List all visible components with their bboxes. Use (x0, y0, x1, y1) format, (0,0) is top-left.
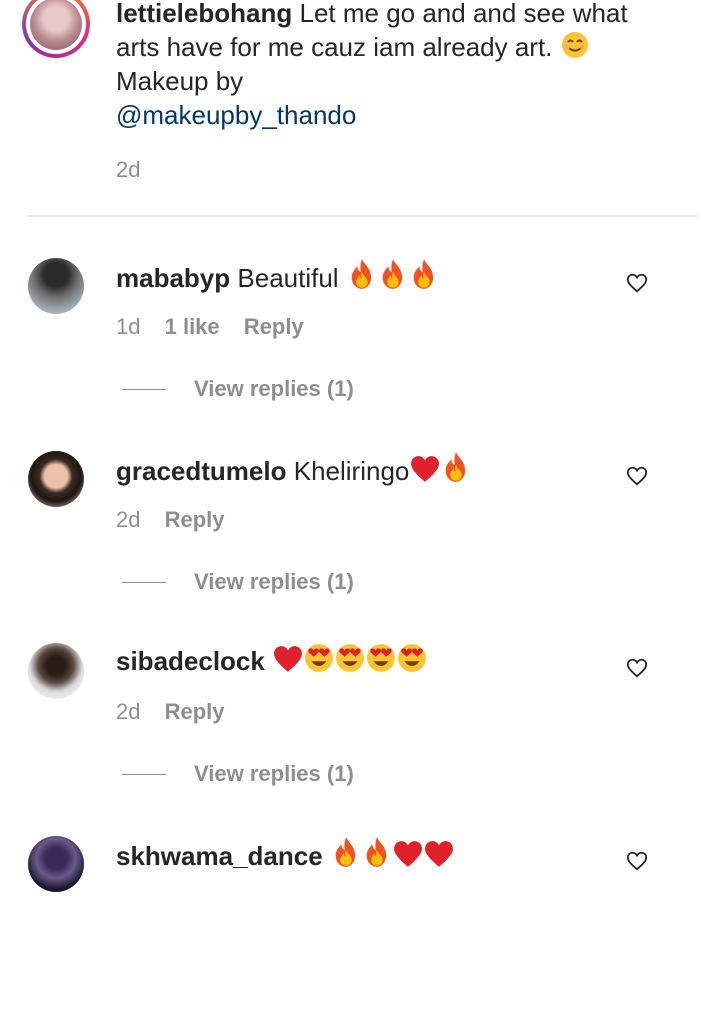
like-heart-icon[interactable] (626, 272, 648, 294)
reply-button[interactable]: Reply (165, 699, 225, 724)
view-replies-button[interactable]: View replies (1) (122, 761, 354, 791)
replies-line (122, 773, 166, 775)
comment-username[interactable]: skhwama_dance (116, 841, 323, 871)
comment-timestamp: 2d (116, 507, 141, 532)
like-heart-icon[interactable] (626, 850, 648, 872)
comment-item: gracedtumelo Kheliringo 2d Reply View re… (0, 451, 720, 641)
view-replies-button[interactable]: View replies (1) (122, 376, 354, 406)
comment-timestamp: 1d (116, 314, 141, 339)
comment-text: sibadeclock (116, 643, 596, 678)
post-caption: lettielebohang Let me go and and see wha… (0, 0, 720, 216)
like-heart-icon[interactable] (626, 465, 648, 487)
comment-item: sibadeclock 2d Reply View replies (1) (0, 643, 720, 833)
comment-text: gracedtumelo Kheliringo (116, 451, 596, 488)
like-count-link[interactable]: 1 like (165, 314, 220, 339)
caption-line-3: Makeup by (116, 66, 244, 96)
comment-timestamp: 2d (116, 699, 141, 724)
comment-username[interactable]: mababyp (116, 263, 230, 293)
caption-line-1: Let me go and and see what (299, 0, 628, 28)
comment-message: Beautiful (237, 263, 339, 293)
heart-eyes-emoji-icon (335, 643, 365, 673)
comment-username[interactable]: sibadeclock (116, 646, 265, 676)
caption-author-avatar[interactable] (22, 0, 90, 58)
fire-emoji-icon (362, 836, 392, 868)
view-replies-label: View replies (1) (194, 376, 354, 401)
view-replies-label: View replies (1) (194, 569, 354, 594)
replies-line (122, 388, 166, 390)
reply-button[interactable]: Reply (165, 507, 225, 532)
comment-text: skhwama_dance (116, 836, 596, 873)
fire-emoji-icon (441, 451, 471, 483)
comment-text: mababyp Beautiful (116, 258, 596, 295)
commenter-avatar[interactable] (28, 643, 84, 699)
commenter-avatar[interactable] (28, 451, 84, 507)
heart-eyes-emoji-icon (366, 643, 396, 673)
comment-message: Kheliringo (293, 456, 410, 486)
comment-meta: 2d Reply (116, 507, 243, 533)
fire-emoji-icon (347, 258, 377, 290)
heart-eyes-emoji-icon (397, 643, 427, 673)
comment-item: mababyp Beautiful 1d 1 like Reply View r… (0, 258, 720, 448)
commenter-avatar[interactable] (28, 836, 84, 892)
heart-eyes-emoji-icon (304, 643, 334, 673)
reply-button[interactable]: Reply (244, 314, 304, 339)
red-heart-emoji-icon (424, 840, 454, 868)
comment-item: skhwama_dance (0, 836, 720, 1026)
fire-emoji-icon (409, 258, 439, 290)
fire-emoji-icon (378, 258, 408, 290)
view-replies-button[interactable]: View replies (1) (122, 569, 354, 599)
replies-line (122, 581, 166, 583)
comment-username[interactable]: gracedtumelo (116, 456, 287, 486)
caption-timestamp: 2d (116, 157, 141, 182)
caption-text: lettielebohang Let me go and and see wha… (116, 0, 676, 132)
smiling-emoji-icon (561, 31, 589, 59)
caption-mention-link[interactable]: @makeupby_thando (116, 98, 676, 132)
red-heart-emoji-icon (273, 645, 303, 673)
red-heart-emoji-icon (410, 455, 440, 483)
divider (28, 215, 698, 217)
red-heart-emoji-icon (393, 840, 423, 868)
view-replies-label: View replies (1) (194, 761, 354, 786)
fire-emoji-icon (331, 836, 361, 868)
caption-username[interactable]: lettielebohang (116, 0, 292, 28)
comment-meta: 2d Reply (116, 699, 243, 725)
like-heart-icon[interactable] (626, 657, 648, 679)
comment-meta: 1d 1 like Reply (116, 314, 322, 340)
commenter-avatar[interactable] (28, 258, 84, 314)
caption-line-2: arts have for me cauz iam already art. (116, 32, 553, 62)
